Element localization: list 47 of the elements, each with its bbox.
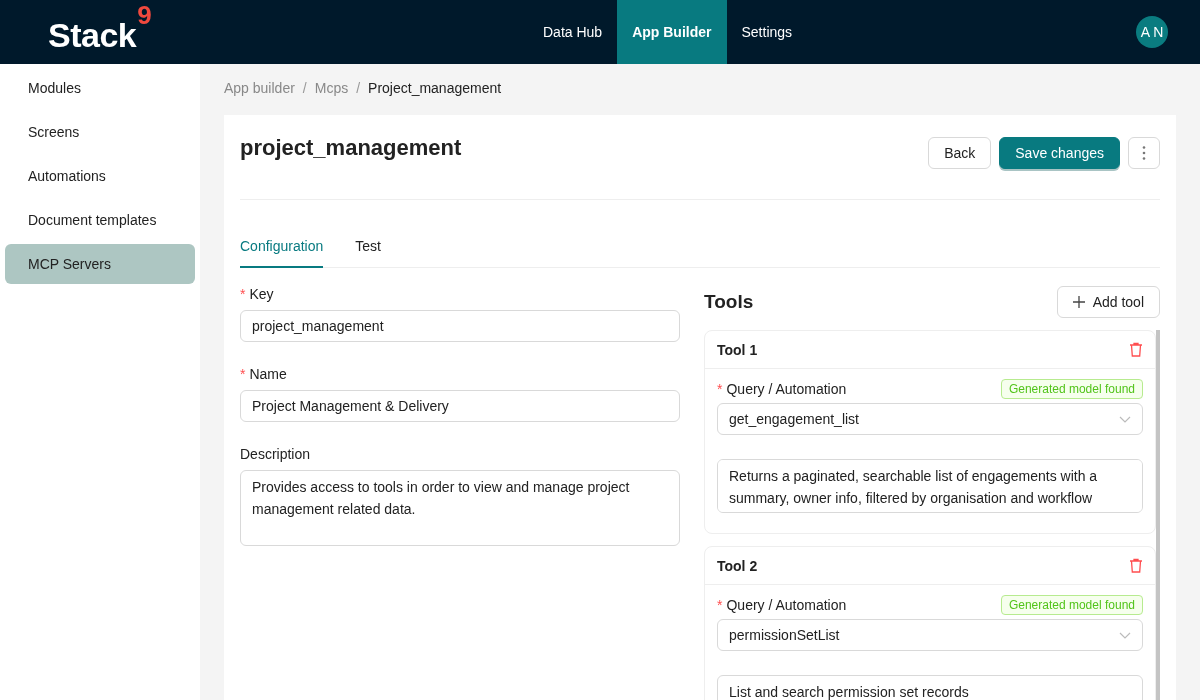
breadcrumb-separator: / xyxy=(356,80,361,96)
user-avatar[interactable]: A N xyxy=(1136,16,1168,48)
description-field[interactable]: List and search permission set records xyxy=(717,675,1143,700)
nav-tab[interactable]: App Builder xyxy=(617,0,727,64)
section-title: Tools xyxy=(704,291,754,313)
required-mark: * xyxy=(240,286,246,302)
input-field[interactable]: project_management xyxy=(240,310,680,342)
field-label: Key xyxy=(249,286,274,302)
sidebar-item[interactable]: MCP Servers xyxy=(5,244,195,284)
field-label: Description xyxy=(240,446,311,462)
plus-icon xyxy=(1072,296,1085,308)
query-select[interactable]: get_engagement_list xyxy=(717,403,1143,435)
field-label: Query / Automation xyxy=(726,597,847,613)
save-button[interactable]: Save changes xyxy=(999,137,1120,169)
current-page-label[interactable]: Project_management xyxy=(368,80,502,96)
tool-title: Tool 1 xyxy=(717,341,758,358)
description-field[interactable]: Provides access to tools in order to view and manage project management related data. xyxy=(240,470,680,546)
breadcrumb-separator: / xyxy=(302,80,307,96)
description-field[interactable]: Returns a paginated, searchable list of engagements with a summary, owner info, filtered by organisation and workflow xyxy=(717,459,1143,513)
input-field[interactable]: Project Management & Delivery xyxy=(240,390,680,422)
logo-mark: 9 xyxy=(137,0,152,31)
sidebar-item[interactable]: Modules xyxy=(5,68,195,108)
chevron-down-icon xyxy=(1119,631,1131,639)
tab[interactable]: Configuration xyxy=(240,228,324,268)
tab[interactable]: Test xyxy=(355,228,381,268)
chevron-down-icon xyxy=(1119,415,1131,423)
delete-icon[interactable] xyxy=(1129,558,1143,573)
sidebar-item[interactable]: Document templates xyxy=(5,200,195,240)
required-mark: * xyxy=(240,366,246,382)
tool-title: Tool 2 xyxy=(717,557,758,574)
sidebar-item[interactable]: Automations xyxy=(5,156,195,196)
delete-icon[interactable] xyxy=(1129,342,1143,357)
page-title: project_management xyxy=(240,135,462,162)
logo-text: Stack xyxy=(48,16,137,55)
query-select[interactable]: permissionSetList xyxy=(717,619,1143,651)
sidebar-item[interactable]: Screens xyxy=(5,112,195,152)
status-badge: Generated model found xyxy=(1000,379,1143,399)
field-label: Query / Automation xyxy=(726,381,847,397)
required-mark: * xyxy=(717,381,723,397)
nav-tab[interactable]: Data Hub xyxy=(528,0,618,64)
nav-tab[interactable]: Settings xyxy=(726,0,808,64)
required-mark: * xyxy=(717,597,723,613)
add-tool-button[interactable]: Add tool xyxy=(1056,286,1160,318)
status-badge: Generated model found xyxy=(1000,595,1143,615)
field-label: Name xyxy=(249,366,287,382)
more-icon xyxy=(1142,145,1146,161)
back-button[interactable]: Back xyxy=(928,137,992,169)
